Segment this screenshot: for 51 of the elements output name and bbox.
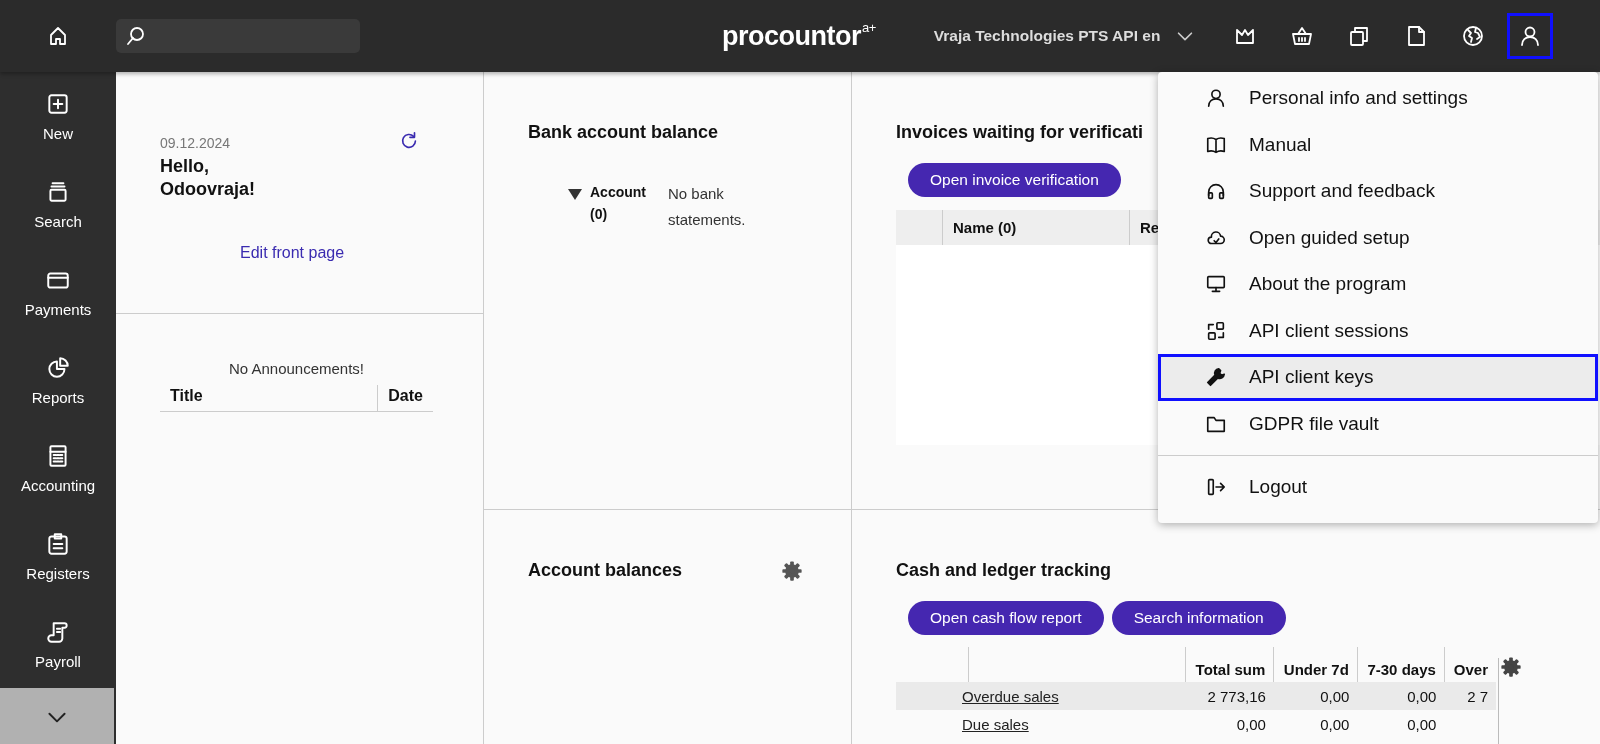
empty-message: No Announcements!	[227, 360, 366, 377]
user-button[interactable]	[1507, 13, 1554, 59]
date: 09.12.2024	[160, 135, 231, 151]
edit-front-page-link[interactable]: Edit front page	[240, 244, 345, 262]
table-row[interactable]: Due sales 0,00 0,00 0,00	[896, 710, 1496, 738]
table-cell: 0,00	[1185, 710, 1274, 738]
greeting: Hello, Odoovraja!	[160, 155, 257, 200]
table-cell: 0,00	[1357, 682, 1445, 710]
table-cell: 0,00	[1273, 682, 1358, 710]
person-icon	[1205, 87, 1227, 110]
nav-item[interactable]: Reports	[0, 336, 116, 424]
panel-title: Bank account balance	[528, 122, 720, 143]
table-cell: 0,00	[1273, 710, 1358, 738]
menu-item[interactable]: Manual	[1158, 121, 1598, 168]
nav-item[interactable]: Accounting	[0, 424, 116, 512]
action-button[interactable]: Search information	[1111, 601, 1286, 635]
menu-item[interactable]: API client sessions	[1158, 307, 1598, 354]
nav-item[interactable]: Search	[0, 160, 116, 248]
menu-item[interactable]: API client keys	[1158, 354, 1598, 401]
menu-item[interactable]: About the program	[1158, 261, 1598, 308]
open-invoice-verification-button[interactable]: Open invoice verification	[908, 163, 1121, 197]
table-cell: 0,00	[1357, 710, 1445, 738]
clipboard-icon	[45, 530, 71, 557]
row-link[interactable]: Due sales	[962, 715, 1029, 733]
panel-title: Account balances	[528, 560, 683, 581]
basket-icon	[1290, 24, 1315, 48]
empty-message: No bank statements.	[668, 184, 747, 230]
tree-item[interactable]: Account (0)	[590, 181, 650, 226]
menu-item[interactable]: Logout	[1158, 464, 1598, 511]
nav-item[interactable]: Payroll	[0, 600, 116, 688]
nav-item[interactable]: New	[0, 72, 116, 160]
globe-icon	[1461, 24, 1486, 48]
table-row[interactable]: Overdue sales 2 773,16 0,00 0,00 2 7	[896, 682, 1496, 710]
panel-title: Invoices waiting for verificati	[896, 122, 1145, 143]
pie-chart-icon	[45, 354, 71, 381]
nav-item[interactable]: Registers	[0, 512, 116, 600]
company-selector[interactable]: Vraja Technologies PTS API en	[933, 27, 1161, 45]
column-header: Title	[160, 385, 379, 411]
table-cell: 2 773,16	[1185, 682, 1274, 710]
menu-item[interactable]: GDPR file vault	[1158, 400, 1598, 447]
panel-title: Cash and ledger tracking	[896, 560, 1113, 581]
column-header: Date	[387, 386, 424, 406]
wrench-icon	[1205, 366, 1227, 389]
nav-item[interactable]: Payments	[0, 248, 116, 336]
action-button[interactable]: Open cash flow report	[908, 601, 1104, 635]
search-field[interactable]	[116, 19, 360, 53]
menu-item[interactable]: Personal info and settings	[1158, 75, 1598, 122]
connected-squares-icon	[1205, 319, 1227, 342]
logo: procountor$^{a+}$	[722, 20, 876, 52]
table-cell: 2 7	[1444, 682, 1496, 710]
expand-arrow-icon[interactable]	[568, 189, 582, 200]
